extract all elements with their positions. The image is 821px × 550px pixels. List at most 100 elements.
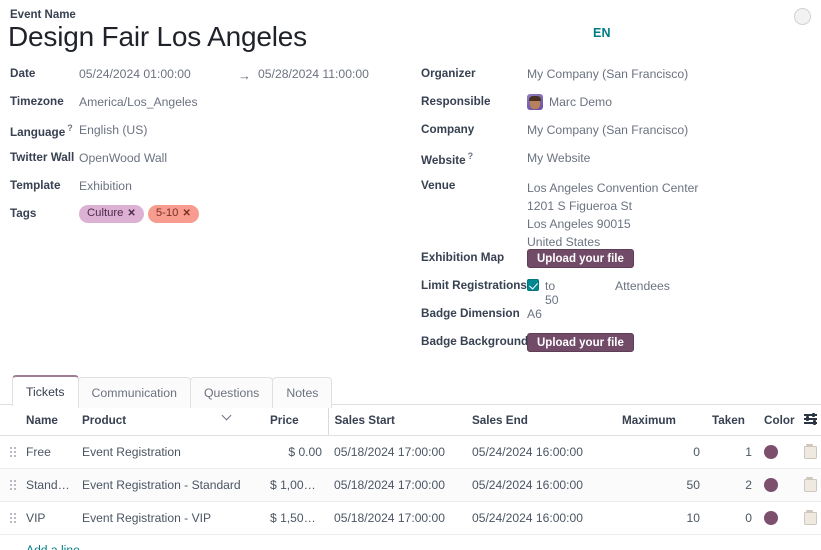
th-price[interactable]: Price: [264, 405, 328, 436]
cell-maximum[interactable]: 50: [616, 469, 706, 502]
cell-color[interactable]: [758, 436, 798, 469]
cell-drag-handle[interactable]: [0, 469, 20, 502]
tags-list[interactable]: Culture✕5-10✕: [79, 205, 203, 223]
cell-product[interactable]: Event Registration - VIP: [76, 502, 264, 535]
th-handle: [0, 405, 20, 436]
cell-sales-end[interactable]: 05/24/2024 16:00:00: [466, 436, 616, 469]
responsible-value[interactable]: Marc Demo: [549, 95, 612, 109]
timezone-value[interactable]: America/Los_Angeles: [79, 95, 198, 109]
cell-sales-start[interactable]: 05/18/2024 17:00:00: [328, 502, 466, 535]
color-swatch[interactable]: [764, 511, 778, 525]
th-sales-start[interactable]: Sales Start: [328, 405, 466, 436]
limit-registrations-label: Limit Registrations: [421, 279, 526, 292]
field-template: Template Exhibition: [10, 175, 410, 203]
language-switch-link[interactable]: EN: [593, 26, 611, 40]
cell-name[interactable]: VIP: [20, 502, 76, 535]
organizer-label: Organizer: [421, 67, 526, 80]
tag-chip[interactable]: Culture✕: [79, 205, 144, 223]
cell-drag-handle[interactable]: [0, 436, 20, 469]
language-label: Language?: [10, 123, 80, 139]
organizer-value[interactable]: My Company (San Francisco): [527, 67, 688, 81]
cell-color[interactable]: [758, 469, 798, 502]
venue-address[interactable]: Los Angeles Convention Center1201 S Figu…: [527, 179, 698, 251]
cell-sales-start[interactable]: 05/18/2024 17:00:00: [328, 436, 466, 469]
table-row[interactable]: VIPEvent Registration - VIP$ 1,500.0005/…: [0, 502, 821, 535]
drag-handle-icon[interactable]: [10, 513, 14, 523]
website-help-icon[interactable]: ?: [468, 151, 474, 161]
event-name-label: Event Name: [10, 9, 76, 21]
cell-taken[interactable]: 2: [706, 469, 758, 502]
cell-product[interactable]: Event Registration: [76, 436, 264, 469]
cell-name[interactable]: Free: [20, 436, 76, 469]
tab-notes[interactable]: Notes: [272, 377, 332, 408]
language-label-text: Language: [10, 126, 65, 139]
timezone-label: Timezone: [10, 95, 80, 108]
th-product[interactable]: Product: [76, 405, 264, 436]
th-maximum[interactable]: Maximum: [616, 405, 706, 436]
delete-row-icon[interactable]: [804, 510, 815, 523]
cell-delete[interactable]: [798, 436, 821, 469]
delete-row-icon[interactable]: [804, 477, 815, 490]
right-field-group: Organizer My Company (San Francisco) Res…: [421, 63, 821, 359]
tag-chip[interactable]: 5-10✕: [148, 205, 199, 223]
cell-product[interactable]: Event Registration - Standard: [76, 469, 264, 502]
template-value[interactable]: Exhibition: [79, 179, 132, 193]
chevron-down-icon[interactable]: [222, 410, 232, 420]
website-value[interactable]: My Website: [527, 151, 590, 165]
cell-price[interactable]: $ 0.00: [264, 436, 328, 469]
th-name[interactable]: Name: [20, 405, 76, 436]
drag-handle-icon[interactable]: [10, 447, 14, 457]
th-optional-columns[interactable]: [798, 405, 821, 436]
tab-questions[interactable]: Questions: [190, 377, 273, 408]
cell-taken[interactable]: 1: [706, 436, 758, 469]
table-row[interactable]: StandardEvent Registration - Standard$ 1…: [0, 469, 821, 502]
notebook-tabstrip: TicketsCommunicationQuestionsNotes: [0, 373, 821, 405]
company-value[interactable]: My Company (San Francisco): [527, 123, 688, 137]
field-website: Website? My Website: [421, 147, 821, 175]
badge-background-upload-button[interactable]: Upload your file: [527, 333, 634, 352]
tag-remove-icon[interactable]: ✕: [127, 209, 135, 219]
cell-color[interactable]: [758, 502, 798, 535]
tab-communication[interactable]: Communication: [78, 377, 191, 408]
color-swatch[interactable]: [764, 445, 778, 459]
date-start-value[interactable]: 05/24/2024 01:00:00: [79, 67, 191, 81]
cell-maximum[interactable]: 0: [616, 436, 706, 469]
date-end-value[interactable]: 05/28/2024 11:00:00: [258, 67, 369, 81]
cell-name[interactable]: Standard: [20, 469, 76, 502]
cell-sales-end[interactable]: 05/24/2024 16:00:00: [466, 502, 616, 535]
cell-sales-end[interactable]: 05/24/2024 16:00:00: [466, 469, 616, 502]
cell-price[interactable]: $ 1,000.00: [264, 469, 328, 502]
tab-tickets[interactable]: Tickets: [12, 375, 79, 406]
language-help-icon[interactable]: ?: [67, 123, 73, 133]
cell-price[interactable]: $ 1,500.00: [264, 502, 328, 535]
cell-delete[interactable]: [798, 502, 821, 535]
limit-registrations-checkbox[interactable]: [527, 279, 539, 291]
th-sales-end[interactable]: Sales End: [466, 405, 616, 436]
table-row[interactable]: FreeEvent Registration$ 0.0005/18/2024 1…: [0, 436, 821, 469]
th-taken[interactable]: Taken: [706, 405, 758, 436]
language-value[interactable]: English (US): [79, 123, 147, 137]
optional-columns-icon[interactable]: [804, 413, 817, 424]
th-color[interactable]: Color: [758, 405, 798, 436]
field-responsible: Responsible Marc Demo: [421, 91, 821, 119]
cell-taken[interactable]: 0: [706, 502, 758, 535]
status-indicator[interactable]: [794, 8, 811, 25]
field-language: Language? English (US): [10, 119, 410, 147]
exhibition-map-upload-button[interactable]: Upload your file: [527, 249, 634, 268]
twitter-wall-value[interactable]: OpenWood Wall: [79, 151, 167, 165]
tag-remove-icon[interactable]: ✕: [182, 209, 190, 219]
field-company: Company My Company (San Francisco): [421, 119, 821, 147]
cell-sales-start[interactable]: 05/18/2024 17:00:00: [328, 469, 466, 502]
cell-maximum[interactable]: 10: [616, 502, 706, 535]
field-twitter-wall: Twitter Wall OpenWood Wall: [10, 147, 410, 175]
delete-row-icon[interactable]: [804, 444, 815, 457]
cell-delete[interactable]: [798, 469, 821, 502]
drag-handle-icon[interactable]: [10, 480, 14, 490]
cell-drag-handle[interactable]: [0, 502, 20, 535]
add-a-line-button[interactable]: Add a line: [0, 535, 821, 550]
event-name-value[interactable]: Design Fair Los Angeles: [8, 21, 307, 53]
tickets-table: Name Product Price Sales Start Sales End…: [0, 405, 821, 535]
badge-dimension-value[interactable]: A6: [527, 307, 542, 321]
color-swatch[interactable]: [764, 478, 778, 492]
tickets-table-header-row: Name Product Price Sales Start Sales End…: [0, 405, 821, 436]
